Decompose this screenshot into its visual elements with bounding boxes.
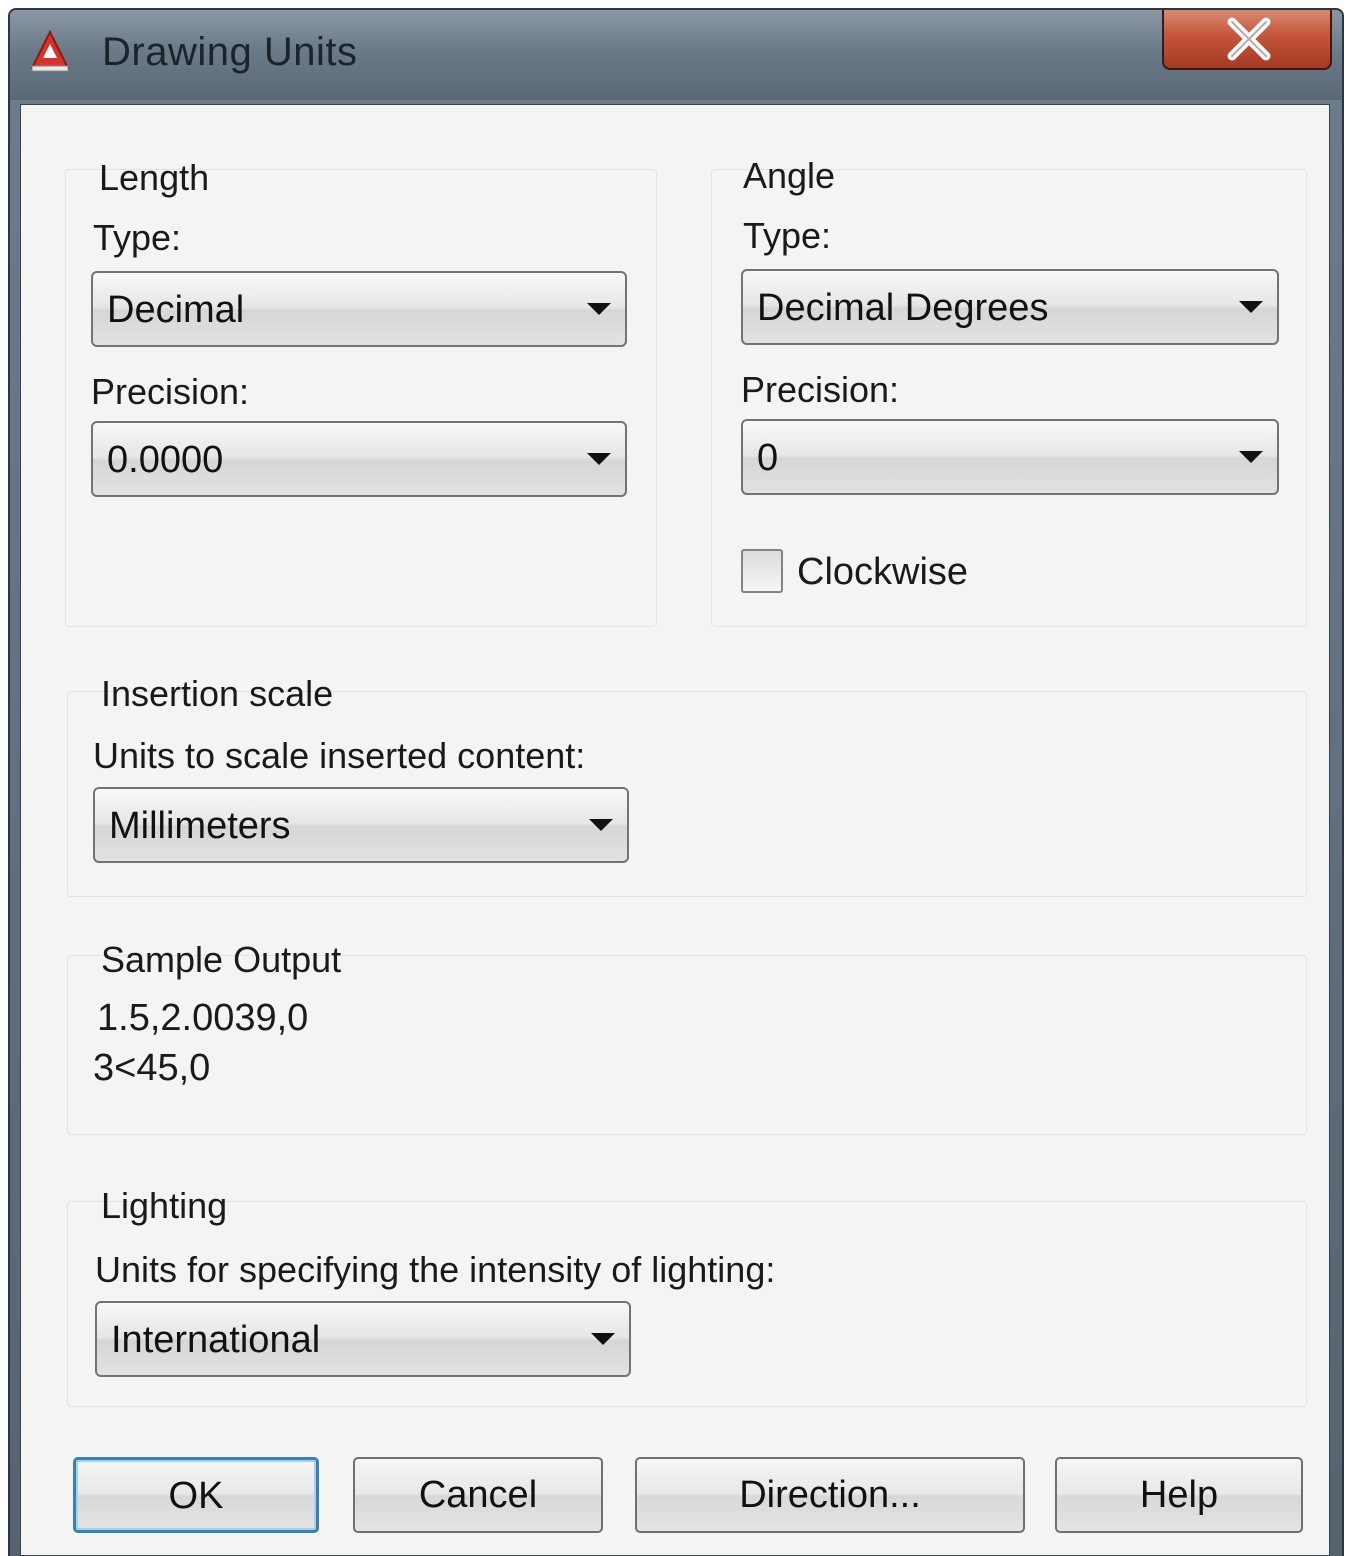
angle-type-select[interactable]: Decimal Degrees — [741, 269, 1279, 345]
window-title: Drawing Units — [102, 30, 358, 74]
sample-output-line-1: 1.5,2.0039,0 — [97, 997, 309, 1039]
ok-button[interactable]: OK — [73, 1457, 319, 1533]
length-type-value: Decimal — [107, 289, 245, 331]
chevron-down-icon — [587, 303, 611, 315]
chevron-down-icon — [587, 453, 611, 465]
direction-button[interactable]: Direction... — [635, 1457, 1025, 1533]
lighting-units-value: International — [111, 1319, 321, 1361]
cancel-button[interactable]: Cancel — [353, 1457, 603, 1533]
length-precision-value: 0.0000 — [107, 439, 224, 481]
close-icon — [1227, 17, 1271, 61]
length-group-title: Length — [99, 157, 210, 198]
length-type-label: Type: — [93, 217, 182, 258]
lighting-units-label: Units for specifying the intensity of li… — [95, 1249, 776, 1290]
angle-group-title: Angle — [743, 155, 836, 196]
sample-output-line-2: 3<45,0 — [93, 1047, 211, 1089]
length-type-select[interactable]: Decimal — [91, 271, 627, 347]
angle-type-value: Decimal Degrees — [757, 287, 1049, 329]
chevron-down-icon — [1239, 451, 1263, 463]
insertion-scale-units-label: Units to scale inserted content: — [93, 735, 586, 776]
sample-output-group — [67, 955, 1307, 1135]
length-precision-select[interactable]: 0.0000 — [91, 421, 627, 497]
help-button[interactable]: Help — [1055, 1457, 1303, 1533]
angle-precision-label: Precision: — [741, 369, 900, 410]
insertion-scale-units-select[interactable]: Millimeters — [93, 787, 629, 863]
title-bar[interactable]: Drawing Units — [10, 10, 1342, 100]
dialog-window: Drawing Units Length Type: Decimal Preci… — [8, 8, 1344, 1556]
lighting-group-title: Lighting — [101, 1185, 228, 1226]
length-precision-label: Precision: — [91, 371, 250, 412]
insertion-scale-group-title: Insertion scale — [101, 673, 334, 714]
angle-precision-select[interactable]: 0 — [741, 419, 1279, 495]
sample-output-group-title: Sample Output — [101, 939, 342, 980]
dialog-content: Length Type: Decimal Precision: 0.0000 A… — [20, 104, 1330, 1556]
angle-precision-value: 0 — [757, 437, 779, 479]
close-button[interactable] — [1162, 10, 1332, 70]
insertion-scale-units-value: Millimeters — [109, 805, 291, 847]
lighting-units-select[interactable]: International — [95, 1301, 631, 1377]
chevron-down-icon — [1239, 301, 1263, 313]
chevron-down-icon — [591, 1333, 615, 1345]
clockwise-label[interactable]: Clockwise — [797, 551, 968, 594]
autocad-logo-icon — [30, 29, 70, 72]
clockwise-checkbox[interactable] — [741, 549, 783, 593]
chevron-down-icon — [589, 819, 613, 831]
angle-type-label: Type: — [743, 215, 832, 256]
